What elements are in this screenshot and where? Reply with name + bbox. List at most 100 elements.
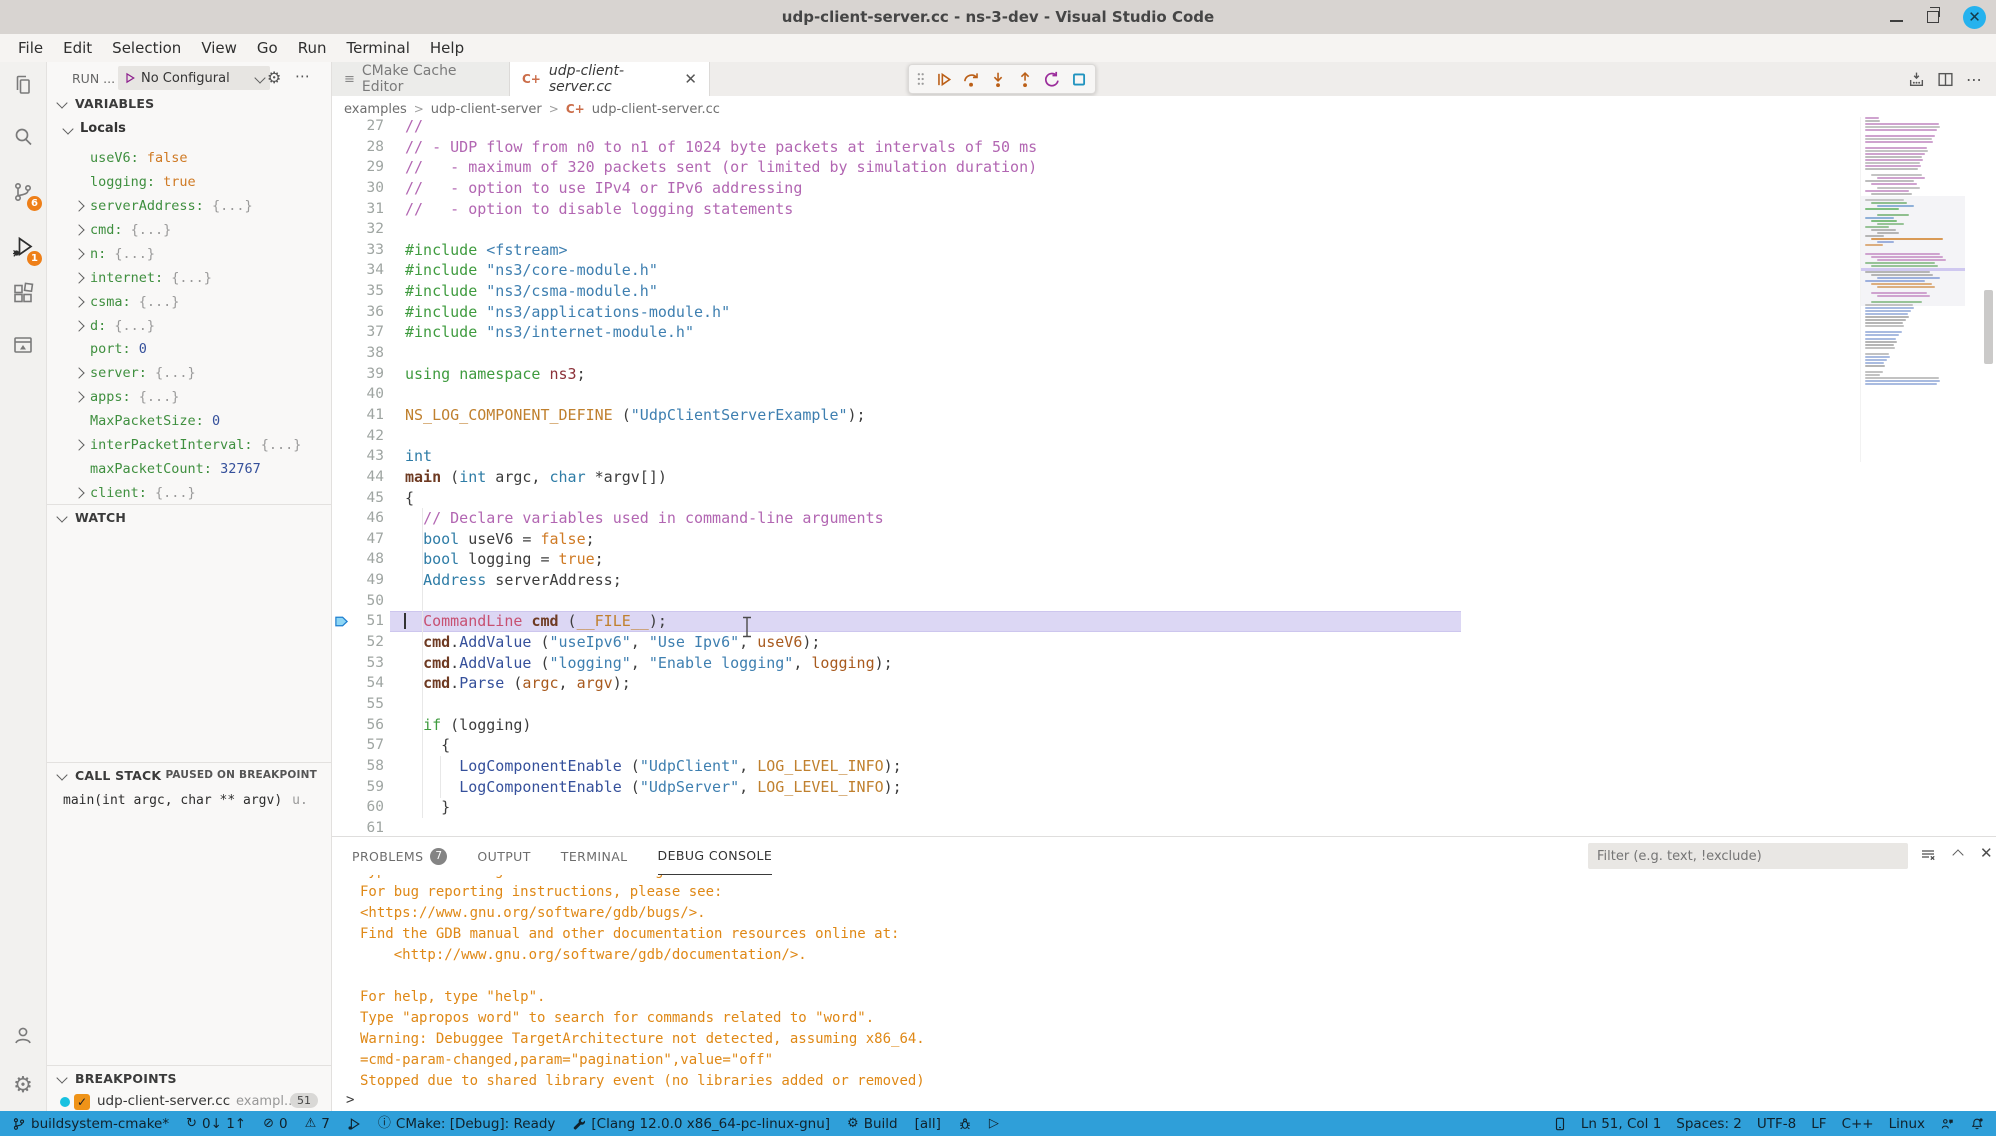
status-item[interactable]: Linux <box>1889 1116 1925 1132</box>
collapse-panel-icon[interactable] <box>1952 849 1963 860</box>
code-line[interactable]: 42 <box>332 425 1996 446</box>
status-item[interactable]: UTF-8 <box>1757 1116 1796 1132</box>
status-item-warning[interactable]: ⚠7 <box>305 1116 330 1132</box>
variable-row[interactable]: MaxPacketSize: 0 <box>47 409 331 433</box>
console-prompt[interactable]: > <box>346 1092 354 1108</box>
variable-row[interactable]: csma: {...} <box>47 290 331 314</box>
code-line[interactable]: 38 <box>332 343 1996 364</box>
code-line[interactable]: 41NS_LOG_COMPONENT_DEFINE ("UdpClientSer… <box>332 405 1996 426</box>
menu-file[interactable]: File <box>8 37 53 59</box>
code-line[interactable]: 45{ <box>332 487 1996 508</box>
tray-arrow-icon[interactable] <box>1908 71 1925 88</box>
debug-console-output[interactable]: Type "show configuration" for configurat… <box>332 875 1996 1112</box>
code-line[interactable]: 40 <box>332 384 1996 405</box>
code-line[interactable]: 44main (int argc, char *argv[]) <box>332 467 1996 488</box>
code-line[interactable]: 49 Address serverAddress; <box>332 570 1996 591</box>
stack-frame[interactable]: main(int argc, char ** argv) u. <box>63 788 308 812</box>
code-line[interactable]: 58 LogComponentEnable ("UdpClient", LOG_… <box>332 756 1996 777</box>
status-item-debug-alt[interactable] <box>347 1117 361 1131</box>
status-item-error[interactable]: ⊘0 <box>263 1116 288 1132</box>
restore-button[interactable] <box>1927 11 1939 23</box>
code-line[interactable]: 31// - option to disable logging stateme… <box>332 198 1996 219</box>
variables-section-header[interactable]: VARIABLES <box>47 91 331 115</box>
code-line[interactable]: 43int <box>332 446 1996 467</box>
code-area[interactable]: 27//28// - UDP flow from n0 to n1 of 102… <box>332 116 1996 838</box>
status-item[interactable]: Spaces: 2 <box>1676 1116 1742 1132</box>
minimize-button[interactable] <box>1890 20 1903 22</box>
status-item-gear[interactable]: ⚙Build <box>847 1116 898 1132</box>
search-icon[interactable] <box>0 114 46 160</box>
console-filter[interactable] <box>1588 843 1908 869</box>
variable-row[interactable]: port: 0 <box>47 337 331 361</box>
settings-gear-icon[interactable]: ⚙ <box>0 1062 46 1108</box>
code-line[interactable]: 30// - option to use IPv4 or IPv6 addres… <box>332 178 1996 199</box>
status-item-git-branch[interactable]: buildsystem-cmake* <box>12 1116 169 1132</box>
step-out-icon[interactable] <box>1016 70 1034 89</box>
tab-cmake-cache-editor[interactable]: ≡ CMake Cache Editor <box>332 62 510 96</box>
debug-settings-gear-icon[interactable]: ⚙ <box>267 68 281 87</box>
variable-row[interactable]: client: {...} <box>47 481 331 505</box>
code-line[interactable]: 47 bool useV6 = false; <box>332 529 1996 550</box>
watch-section-header[interactable]: WATCH <box>47 505 331 529</box>
code-line[interactable]: 46 // Declare variables used in command-… <box>332 508 1996 529</box>
explorer-icon[interactable] <box>0 62 46 108</box>
variable-row[interactable]: maxPacketCount: 32767 <box>47 457 331 481</box>
minimap-viewport[interactable] <box>1861 196 1965 306</box>
status-item-device[interactable] <box>1554 1117 1566 1131</box>
code-line[interactable]: 53 cmd.AddValue ("logging", "Enable logg… <box>332 652 1996 673</box>
tab-udp-client-server[interactable]: C+ udp-client-server.cc ✕ <box>510 62 710 96</box>
menu-view[interactable]: View <box>191 37 247 59</box>
tab-problems[interactable]: PROBLEMS 7 <box>352 838 447 874</box>
code-line[interactable]: 29// - maximum of 320 packets sent (or l… <box>332 157 1996 178</box>
debug-config-dropdown[interactable]: No Configural <box>118 66 270 90</box>
status-item-play[interactable]: ▷ <box>989 1117 999 1130</box>
step-over-icon[interactable] <box>962 70 980 89</box>
status-item-info[interactable]: ⓘCMake: [Debug]: Ready <box>378 1116 556 1132</box>
status-item-bug[interactable] <box>958 1117 972 1131</box>
code-line[interactable]: 51 CommandLine cmd (__FILE__); <box>332 611 1996 632</box>
tab-output[interactable]: OUTPUT <box>477 838 530 874</box>
split-editor-icon[interactable] <box>1937 71 1954 88</box>
run-debug-icon[interactable]: 1 <box>0 224 46 270</box>
minimap[interactable] <box>1860 117 1965 462</box>
menu-terminal[interactable]: Terminal <box>337 37 420 59</box>
status-item[interactable]: LF <box>1811 1116 1826 1132</box>
code-line[interactable]: 52 cmd.AddValue ("useIpv6", "Use Ipv6", … <box>332 632 1996 653</box>
extensions-icon[interactable] <box>0 270 46 316</box>
more-actions-icon[interactable]: ⋯ <box>295 67 311 85</box>
code-line[interactable]: 56 if (logging) <box>332 714 1996 735</box>
step-into-icon[interactable] <box>989 70 1007 89</box>
tab-terminal[interactable]: TERMINAL <box>561 838 628 874</box>
code-line[interactable]: 55 <box>332 694 1996 715</box>
code-line[interactable]: 32 <box>332 219 1996 240</box>
close-button[interactable]: ✕ <box>1963 6 1986 29</box>
cmake-icon[interactable] <box>0 322 46 368</box>
code-line[interactable]: 60 } <box>332 797 1996 818</box>
variable-row[interactable]: logging: true <box>47 170 331 194</box>
status-item-wrench[interactable]: [Clang 12.0.0 x86_64-pc-linux-gnu] <box>572 1116 830 1132</box>
status-item[interactable]: C++ <box>1842 1116 1874 1132</box>
code-line[interactable]: 61 <box>332 817 1996 838</box>
menu-selection[interactable]: Selection <box>102 37 191 59</box>
tab-debug-console[interactable]: DEBUG CONSOLE <box>658 838 773 875</box>
account-icon[interactable] <box>0 1012 46 1058</box>
stop-icon[interactable] <box>1070 70 1088 89</box>
code-line[interactable]: 27// <box>332 116 1996 137</box>
continue-icon[interactable] <box>935 70 953 89</box>
variable-row[interactable]: serverAddress: {...} <box>47 194 331 218</box>
close-tab-icon[interactable]: ✕ <box>684 70 697 88</box>
menu-run[interactable]: Run <box>288 37 337 59</box>
status-item[interactable]: Ln 51, Col 1 <box>1581 1116 1661 1132</box>
breakpoint-paused-icon[interactable] <box>334 614 349 629</box>
editor-scrollbar[interactable] <box>1984 290 1993 364</box>
code-line[interactable]: 28// - UDP flow from n0 to n1 of 1024 by… <box>332 136 1996 157</box>
variable-row[interactable]: internet: {...} <box>47 266 331 290</box>
code-line[interactable]: 36#include "ns3/applications-module.h" <box>332 301 1996 322</box>
more-actions-icon[interactable]: ⋯ <box>1966 70 1982 89</box>
code-line[interactable]: 48 bool logging = true; <box>332 549 1996 570</box>
status-item[interactable]: [all] <box>915 1116 941 1132</box>
status-item-sync[interactable]: ↻0↓ 1↑ <box>186 1116 246 1132</box>
menu-go[interactable]: Go <box>247 37 288 59</box>
menu-help[interactable]: Help <box>420 37 474 59</box>
drag-grip-icon[interactable] <box>916 71 926 87</box>
